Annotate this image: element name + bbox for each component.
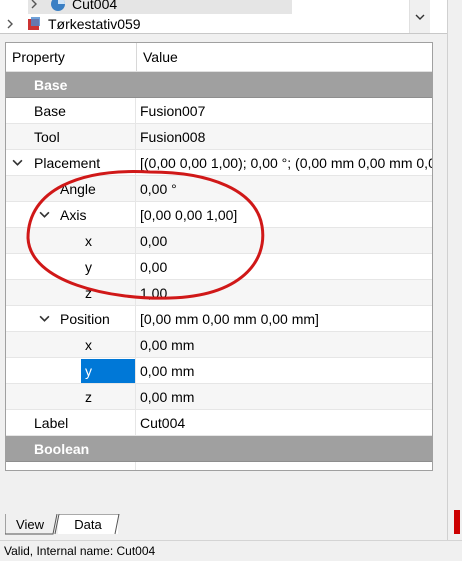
- property-row-position-z[interactable]: z 0,00 mm: [6, 384, 432, 410]
- property-name: y: [6, 254, 136, 279]
- property-grid-scrollbar[interactable]: [433, 42, 447, 469]
- tree-scrollbar[interactable]: [409, 0, 430, 33]
- property-row-position-x[interactable]: x 0,00 mm: [6, 332, 432, 358]
- cut-feature-icon: [50, 0, 66, 12]
- property-value[interactable]: Fusion007: [136, 98, 432, 123]
- chevron-down-icon[interactable]: [415, 12, 425, 33]
- property-grid-header: Property Value: [6, 43, 432, 72]
- property-name: Tool: [6, 124, 136, 149]
- property-name: x: [6, 332, 136, 357]
- tab-data[interactable]: Data: [58, 514, 118, 534]
- property-row-angle[interactable]: Angle 0,00 °: [6, 176, 432, 202]
- tab-view[interactable]: View: [5, 514, 55, 534]
- property-row-refine[interactable]: Refine false: [6, 462, 432, 471]
- chevron-down-icon[interactable]: [38, 313, 50, 325]
- property-value[interactable]: 0,00: [136, 254, 432, 279]
- property-name: z: [6, 384, 136, 409]
- property-row-base[interactable]: Base Fusion007: [6, 98, 432, 124]
- chevron-down-icon[interactable]: [11, 157, 23, 169]
- property-row-tool[interactable]: Tool Fusion008: [6, 124, 432, 150]
- property-value[interactable]: Cut004: [136, 410, 432, 435]
- property-value[interactable]: 0,00 °: [136, 176, 432, 201]
- property-value[interactable]: 1,00: [136, 280, 432, 305]
- property-row-label[interactable]: Label Cut004: [6, 410, 432, 436]
- property-row-axis-x[interactable]: x 0,00: [6, 228, 432, 254]
- group-boolean[interactable]: Boolean: [6, 436, 432, 462]
- property-grid: Property Value Base Base Fusion007 Tool …: [5, 42, 433, 471]
- column-header-property[interactable]: Property: [6, 43, 137, 71]
- property-value[interactable]: 0,00 mm: [136, 384, 432, 409]
- property-value[interactable]: Fusion008: [136, 124, 432, 149]
- property-row-axis-z[interactable]: z 1,00: [6, 280, 432, 306]
- property-name: z: [6, 280, 136, 305]
- property-name: Axis: [60, 206, 87, 223]
- property-value[interactable]: false: [136, 462, 432, 471]
- property-name: Position: [60, 310, 110, 327]
- tree-item-label: Tørkestativ059: [48, 16, 141, 32]
- property-value[interactable]: [0,00 mm 0,00 mm 0,00 mm]: [136, 306, 432, 331]
- tab-bar: View Data: [5, 514, 455, 536]
- chevron-down-icon[interactable]: [38, 209, 50, 221]
- property-row-position[interactable]: Position [0,00 mm 0,00 mm 0,00 mm]: [6, 306, 432, 332]
- property-value[interactable]: [0,00 0,00 1,00]: [136, 202, 432, 227]
- tree-item-torkestativ059[interactable]: Tørkestativ059: [4, 14, 141, 33]
- property-value[interactable]: 0,00: [136, 228, 432, 253]
- group-base[interactable]: Base: [6, 72, 432, 98]
- property-row-axis[interactable]: Axis [0,00 0,00 1,00]: [6, 202, 432, 228]
- property-value[interactable]: [(0,00 0,00 1,00); 0,00 °; (0,00 mm 0,00…: [136, 150, 432, 175]
- property-value[interactable]: 0,00 mm: [136, 358, 432, 383]
- tree-item-cut004[interactable]: Cut004: [28, 0, 292, 14]
- property-name: Placement: [34, 154, 101, 171]
- property-row-position-y[interactable]: y 0,00 mm: [6, 358, 432, 384]
- column-header-value[interactable]: Value: [137, 43, 432, 71]
- status-bar: Valid, Internal name: Cut004: [0, 540, 462, 561]
- property-name: Refine: [6, 462, 136, 470]
- part-icon: [26, 16, 42, 32]
- property-name-selected[interactable]: y: [81, 358, 135, 383]
- property-row-axis-y[interactable]: y 0,00: [6, 254, 432, 280]
- tree-item-label: Cut004: [72, 0, 118, 12]
- side-panel-edge: [447, 0, 462, 540]
- property-name: Base: [6, 98, 136, 123]
- chevron-right-icon[interactable]: [4, 18, 16, 30]
- chevron-right-icon[interactable]: [28, 0, 40, 10]
- property-value[interactable]: 0,00 mm: [136, 332, 432, 357]
- property-row-placement[interactable]: Placement [(0,00 0,00 1,00); 0,00 °; (0,…: [6, 150, 432, 176]
- property-name: Angle: [6, 176, 136, 201]
- property-name: x: [6, 228, 136, 253]
- model-tree: Cut004 Tørkestativ059: [0, 0, 462, 34]
- property-name: Label: [6, 410, 136, 435]
